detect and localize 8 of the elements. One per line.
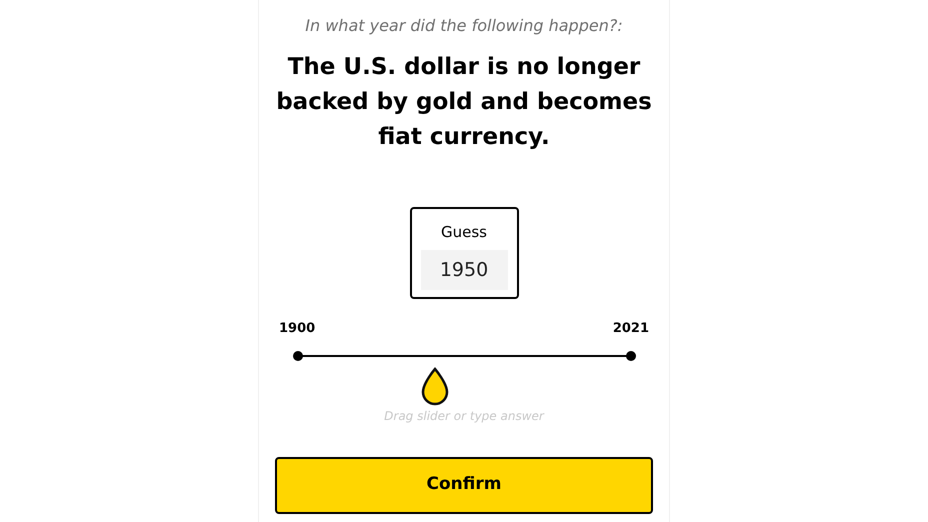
min-year-label: 1900 <box>279 320 316 338</box>
slider-thumb[interactable] <box>420 366 450 406</box>
guess-input[interactable]: 1950 <box>420 250 508 290</box>
confirm-button[interactable]: Confirm <box>275 456 653 514</box>
question-text: The U.S. dollar is no longer backed by gold and becomes fiat currency. <box>275 53 653 152</box>
max-year-label: 2021 <box>612 320 649 338</box>
guess-label: Guess <box>441 222 487 243</box>
prompt-text: In what year did the following happen?: <box>305 15 623 37</box>
